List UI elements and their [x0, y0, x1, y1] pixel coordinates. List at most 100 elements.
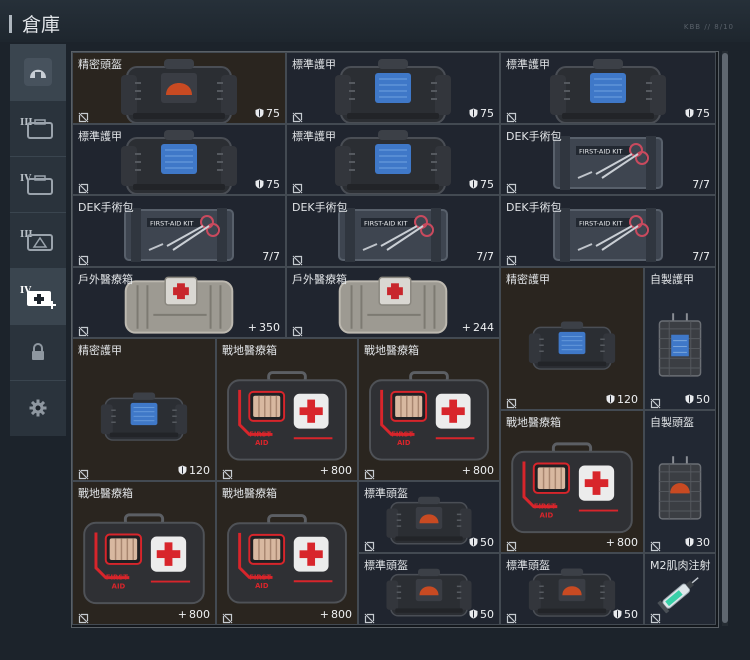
svg-text:FIRST-AID KIT: FIRST-AID KIT — [579, 219, 622, 227]
inventory-slot[interactable]: FIRST-AID KIT DEK手術包 7/7 — [286, 195, 500, 267]
inventory-slot[interactable]: 標準頭盔 50 — [358, 553, 500, 625]
item-name: 戶外醫療箱 — [78, 273, 133, 286]
durability-shield-icon — [255, 107, 264, 120]
item-value: 7/7 — [476, 250, 494, 263]
item-name: 戰地醫療箱 — [364, 344, 419, 357]
inventory-slot[interactable]: 戶外醫療箱 +244 — [286, 267, 500, 338]
inventory-slot[interactable]: FIRST AID 戰地醫療箱 +800 — [358, 338, 500, 481]
no-insure-icon — [222, 465, 233, 480]
durability-shield-icon — [685, 107, 694, 120]
no-insure-icon — [364, 465, 375, 480]
item-value-text: 120 — [189, 464, 210, 477]
scrollbar-thumb[interactable] — [722, 53, 728, 623]
item-name: 標準頭盔 — [506, 559, 550, 572]
durability-shield-icon — [685, 536, 694, 549]
inventory-slot[interactable]: 戶外醫療箱 +350 — [72, 267, 286, 338]
sidebar-helmet-button[interactable] — [10, 44, 66, 100]
item-name: 標準護甲 — [292, 130, 336, 143]
inventory-slot[interactable]: 標準護甲 75 — [286, 124, 500, 195]
no-insure-icon — [78, 251, 89, 266]
durability-shield-icon — [178, 464, 187, 477]
item-name: 自製頭盔 — [650, 416, 694, 429]
svg-text:AID: AID — [255, 582, 269, 590]
no-insure-icon — [364, 609, 375, 624]
inventory-slot[interactable]: 自製護甲 50 — [644, 267, 716, 410]
sidebar-tier4-medkit-button[interactable]: IV — [10, 268, 66, 324]
inventory-slot[interactable]: FIRST AID 戰地醫療箱 +800 — [216, 338, 358, 481]
item-name: DEK手術包 — [506, 130, 562, 143]
no-insure-icon — [506, 251, 517, 266]
case-icon: III — [18, 113, 58, 143]
item-value-text: 50 — [480, 608, 494, 621]
inventory-scrollbar[interactable] — [722, 51, 728, 626]
item-name: 標準頭盔 — [364, 487, 408, 500]
inventory-slot[interactable]: M2肌肉注射 — [644, 553, 716, 625]
inventory-slot[interactable]: 標準護甲 75 — [286, 52, 500, 124]
item-value: 50 — [469, 536, 494, 549]
field-medkit-image: FIRST AID — [368, 370, 490, 463]
inventory-slot[interactable]: FIRST-AID KIT DEK手術包 7/7 — [500, 195, 716, 267]
svg-text:AID: AID — [397, 439, 411, 447]
inventory-slot[interactable]: FIRST AID 戰地醫療箱 +800 — [500, 410, 644, 553]
item-value: 50 — [685, 393, 710, 406]
item-value-text: 75 — [480, 107, 494, 120]
sidebar-tier3-medbox-button[interactable]: III — [10, 212, 66, 268]
inventory-slot[interactable]: FIRST AID 戰地醫療箱 +800 — [72, 481, 216, 625]
item-value-text: 800 — [473, 464, 494, 477]
item-value: 75 — [469, 107, 494, 120]
sidebar-divider — [10, 212, 66, 213]
sidebar-divider — [10, 324, 66, 325]
armor-helmet-image — [385, 493, 473, 548]
no-insure-icon — [78, 322, 89, 337]
durability-shield-icon — [613, 608, 622, 621]
item-value-text: 800 — [617, 536, 638, 549]
sidebar-lock-button[interactable] — [10, 324, 66, 380]
inventory-slot[interactable]: 標準頭盔 50 — [358, 481, 500, 553]
item-value: 75 — [255, 178, 280, 191]
sidebar-settings-button[interactable] — [10, 380, 66, 436]
item-value-text: 7/7 — [692, 178, 710, 191]
heal-plus-icon: + — [461, 464, 471, 477]
no-insure-icon — [506, 179, 517, 194]
inventory-slot[interactable]: FIRST-AID KIT DEK手術包 7/7 — [72, 195, 286, 267]
item-value: 120 — [178, 464, 210, 477]
svg-text:FIRST-AID KIT: FIRST-AID KIT — [579, 147, 622, 155]
svg-text:FIRST-AID KIT: FIRST-AID KIT — [364, 219, 407, 227]
sidebar-tier3-case-button[interactable]: III — [10, 100, 66, 156]
sidebar-tier4-case-button[interactable]: IV — [10, 156, 66, 212]
item-value: 75 — [685, 107, 710, 120]
heal-plus-icon: + — [605, 536, 615, 549]
item-name: DEK手術包 — [78, 201, 134, 214]
inventory-slot[interactable]: 標準護甲 75 — [72, 124, 286, 195]
inventory-slot[interactable]: 標準護甲 75 — [500, 52, 716, 124]
title-bar: 倉庫 KBB // 8/10 — [0, 0, 750, 42]
field-medkit-image: FIRST AID — [226, 514, 348, 607]
item-value: +244 — [462, 321, 494, 334]
inventory-slot[interactable]: 精密護甲 120 — [500, 267, 644, 410]
item-value: +800 — [462, 464, 494, 477]
svg-text:AID: AID — [540, 511, 554, 519]
inventory-slot[interactable]: 精密頭盔 75 — [72, 52, 286, 124]
no-insure-icon — [292, 108, 303, 123]
armor-vest-image — [119, 126, 239, 194]
durability-shield-icon — [469, 536, 478, 549]
item-value-text: 50 — [624, 608, 638, 621]
inventory-slot[interactable]: 標準頭盔 50 — [500, 553, 644, 625]
inventory-slot[interactable]: 精密護甲 120 — [72, 338, 216, 481]
durability-shield-icon — [685, 393, 694, 406]
item-value-text: 800 — [331, 464, 352, 477]
title-small-text: KBB // 8/10 — [683, 23, 734, 31]
armor-vest-image — [333, 126, 453, 194]
no-insure-icon — [222, 609, 233, 624]
item-value-text: 75 — [266, 107, 280, 120]
item-value-text: 120 — [617, 393, 638, 406]
no-insure-icon — [292, 322, 303, 337]
inventory-slot[interactable]: 自製頭盔 30 — [644, 410, 716, 553]
inventory-slot[interactable]: FIRST-AID KIT DEK手術包 7/7 — [500, 124, 716, 195]
no-insure-icon — [650, 394, 661, 409]
item-value-text: 30 — [696, 536, 710, 549]
item-name: 標準護甲 — [506, 58, 550, 71]
inventory-slot[interactable]: FIRST AID 戰地醫療箱 +800 — [216, 481, 358, 625]
item-value-text: 244 — [473, 321, 494, 334]
item-value: 7/7 — [692, 178, 710, 191]
